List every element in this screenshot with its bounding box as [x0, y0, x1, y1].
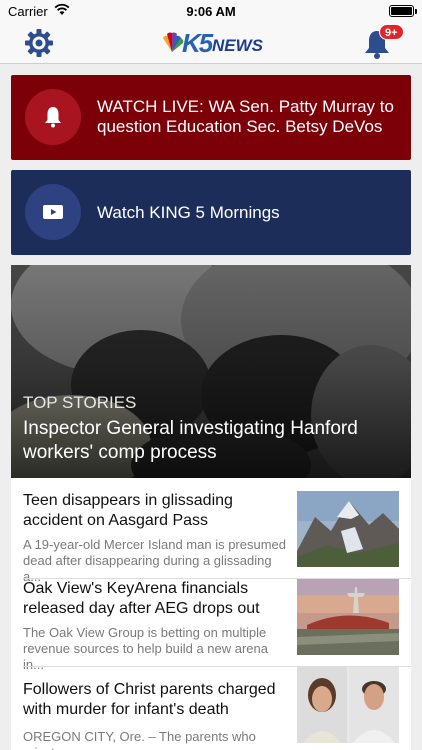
battery-icon — [389, 5, 417, 17]
watch-mornings-banner[interactable]: Watch KING 5 Mornings — [11, 170, 411, 255]
king5-news-logo[interactable]: K5 NEWS — [160, 28, 264, 58]
top-story-headline: Inspector General investigating Hanford … — [23, 418, 358, 463]
top-stories-card: TOP STORIES Inspector General investigat… — [11, 265, 411, 750]
section-label: TOP STORIES — [23, 393, 137, 412]
video-icon-circle — [25, 184, 81, 240]
top-story-hero[interactable]: TOP STORIES Inspector General investigat… — [11, 265, 411, 478]
story-thumbnail — [297, 491, 399, 567]
story-thumbnail — [297, 667, 399, 743]
gear-icon[interactable] — [22, 26, 56, 60]
story-title: Teen disappears in glissading accident o… — [23, 492, 233, 529]
clock: 9:06 AM — [186, 4, 236, 19]
story-title: Oak View's KeyArena financials released … — [23, 580, 260, 617]
status-bar: Carrier 9:06 AM — [0, 0, 422, 22]
story-thumbnail — [297, 579, 399, 655]
play-icon — [43, 205, 63, 219]
logo-news: NEWS — [212, 36, 263, 55]
logo-k5: K5 — [182, 28, 213, 58]
peacock-icon — [163, 32, 184, 52]
watch-live-label: WATCH LIVE: WA Sen. Patty Murray to ques… — [97, 97, 394, 136]
alert-icon-circle — [25, 89, 81, 145]
story-item[interactable]: Teen disappears in glissading accident o… — [11, 491, 411, 584]
bell-icon — [45, 107, 61, 128]
notification-badge: 9+ — [379, 24, 404, 40]
story-item[interactable]: Oak View's KeyArena financials released … — [11, 579, 411, 672]
watch-live-banner[interactable]: WATCH LIVE: WA Sen. Patty Murray to ques… — [11, 75, 411, 160]
story-summary: OREGON CITY, Ore. – The parents who reje… — [23, 729, 256, 750]
story-title: Followers of Christ parents charged with… — [23, 681, 276, 718]
story-item[interactable]: Followers of Christ parents charged with… — [11, 667, 411, 750]
watch-mornings-label: Watch KING 5 Mornings — [97, 203, 280, 222]
app-header: K5 NEWS 9+ — [0, 22, 422, 64]
